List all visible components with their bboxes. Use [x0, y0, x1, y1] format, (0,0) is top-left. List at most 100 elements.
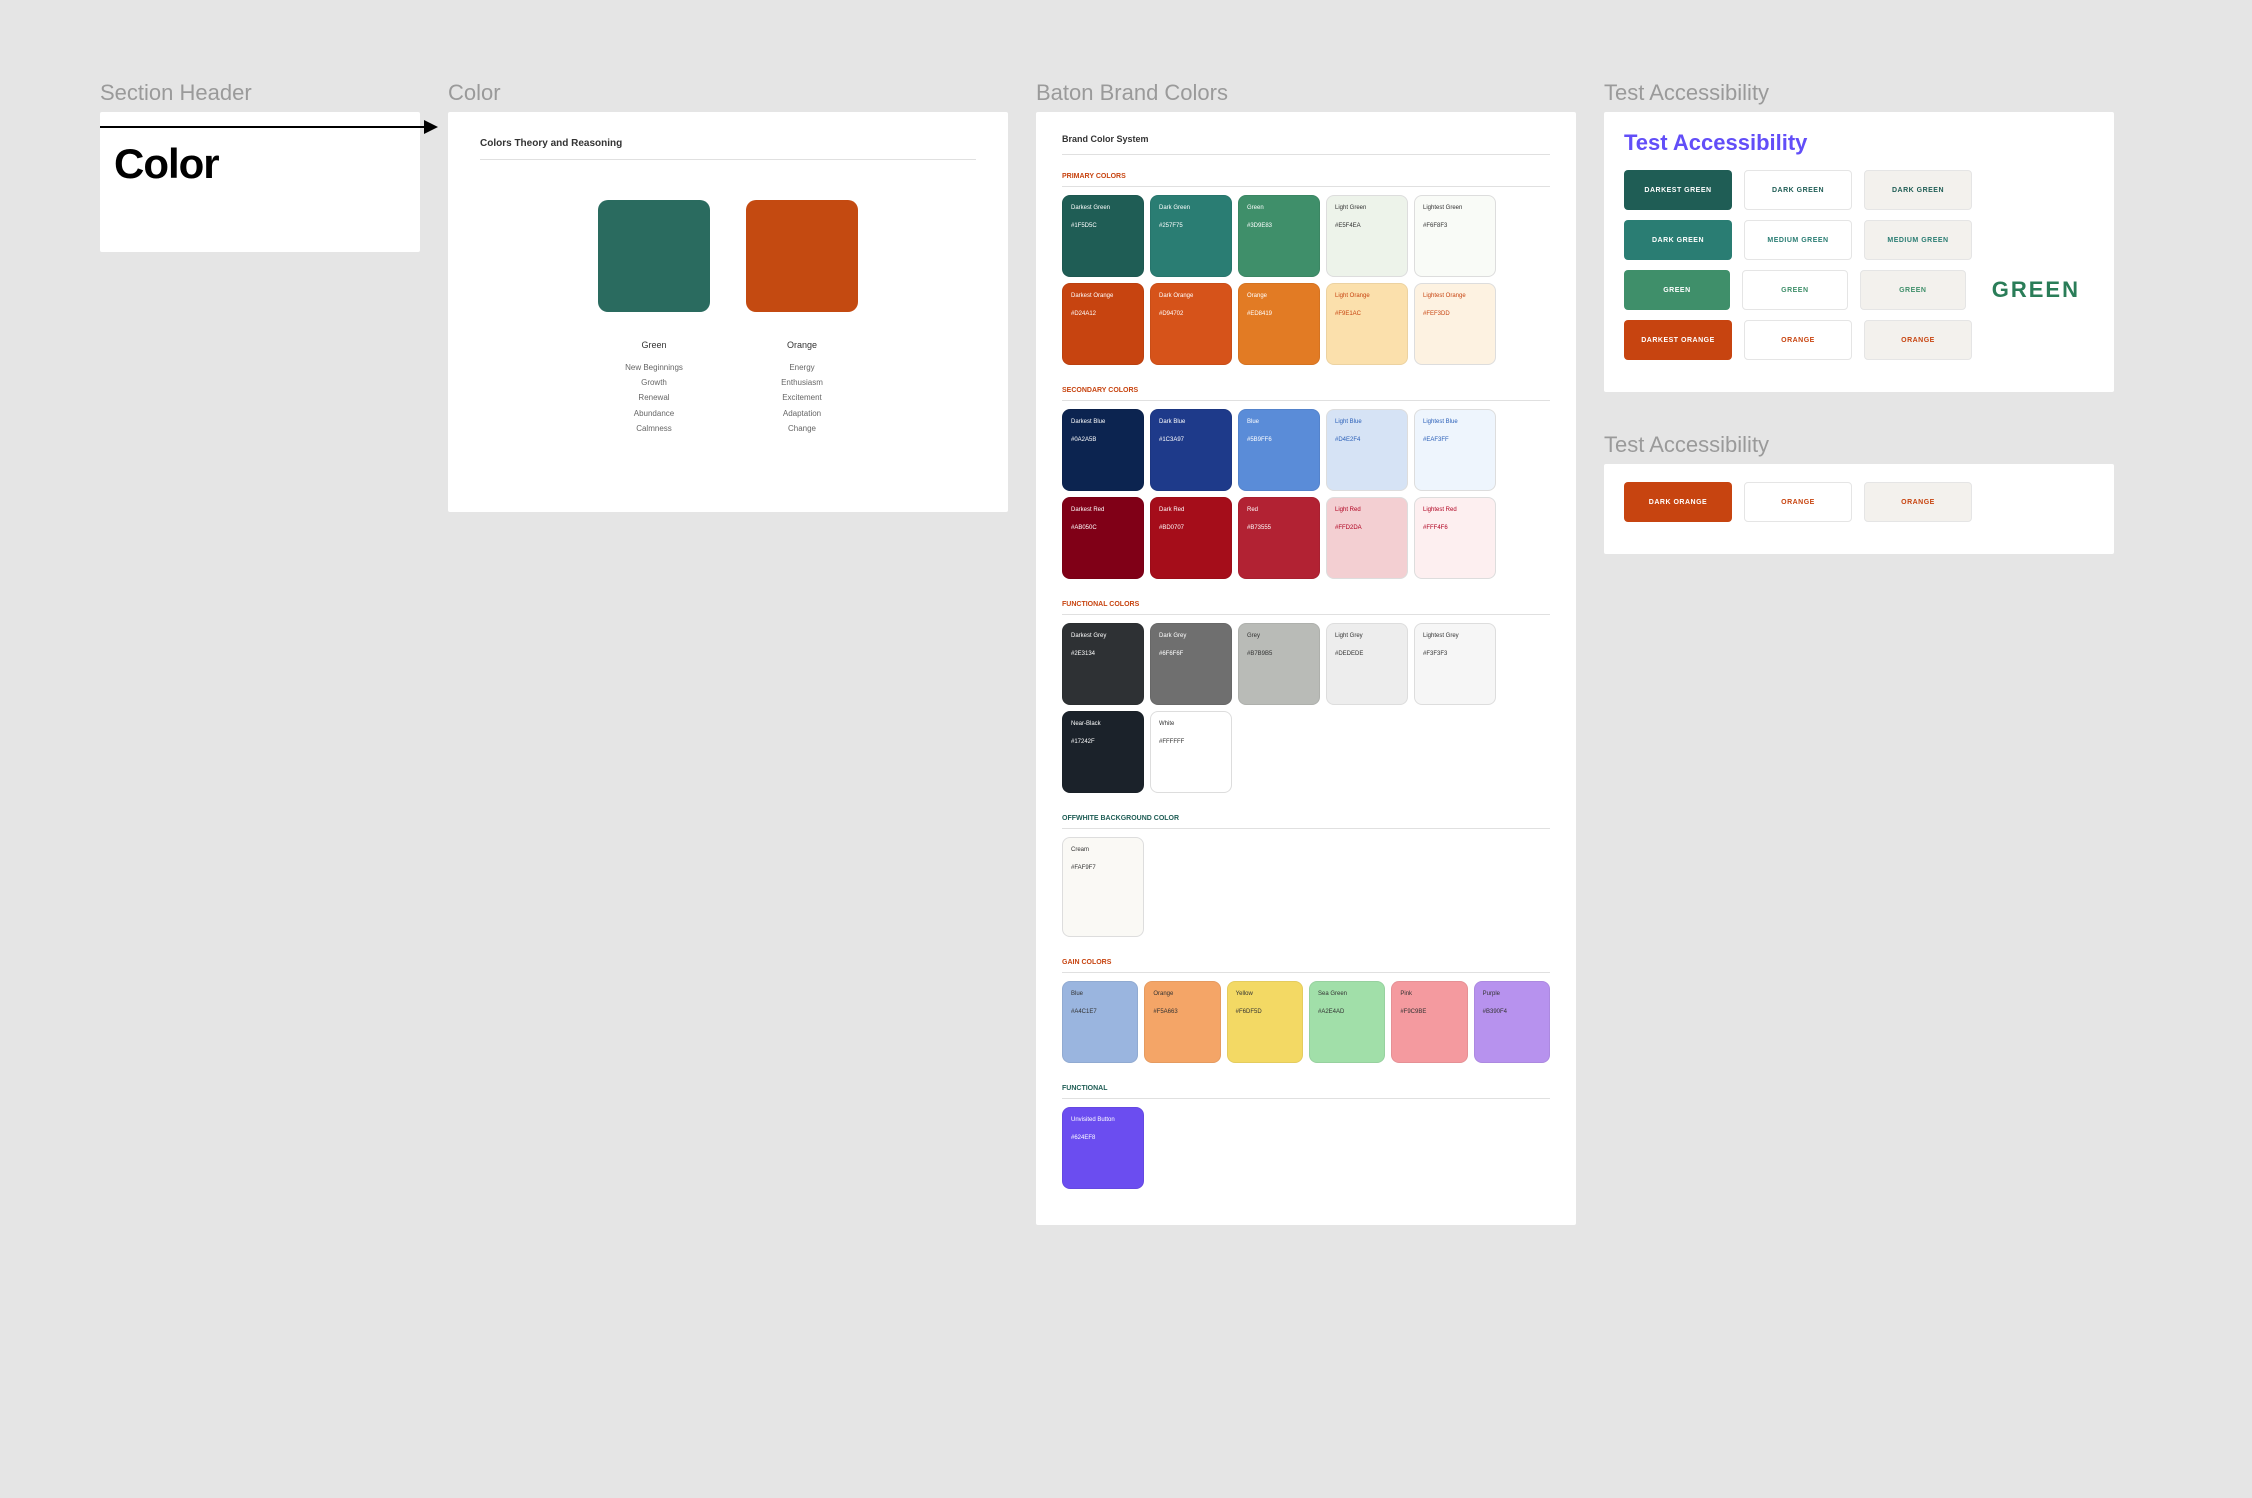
brand-sections: PRIMARY COLORSDarkest Green#1F5D5CDark G… [1062, 173, 1550, 1189]
color-chip[interactable]: Darkest Blue#0A2A5B [1062, 409, 1144, 491]
arrow-icon [100, 126, 436, 128]
color-chip[interactable]: Lightest Red#FFF4F6 [1414, 497, 1496, 579]
acc-chip[interactable]: MEDIUM GREEN [1864, 220, 1972, 260]
section-title: SECONDARY COLORS [1062, 387, 1550, 401]
acc-chip[interactable]: DARKEST ORANGE [1624, 320, 1732, 360]
color-chip[interactable]: Dark Red#BD0707 [1150, 497, 1232, 579]
section-title: PRIMARY COLORS [1062, 173, 1550, 187]
color-chip[interactable]: Red#B73555 [1238, 497, 1320, 579]
color-row: Darkest Orange#D24A12Dark Orange#D94702O… [1062, 283, 1550, 365]
acc-chip[interactable]: DARK GREEN [1744, 170, 1852, 210]
col-section-header: Section Header Color [100, 80, 420, 252]
acc-big-sample: GREEN [1978, 270, 2094, 310]
acc-chip[interactable]: DARKEST GREEN [1624, 170, 1732, 210]
color-chip[interactable]: Darkest Grey#2E3134 [1062, 623, 1144, 705]
color-theory-heading: Colors Theory and Reasoning [480, 138, 976, 160]
color-chip[interactable]: Lightest Green#F6F8F3 [1414, 195, 1496, 277]
color-chip[interactable]: Purple#B390F4 [1474, 981, 1550, 1063]
swatch-orange [746, 200, 858, 312]
color-chip[interactable]: Sea Green#A2E4AD [1309, 981, 1385, 1063]
color-row: Darkest Green#1F5D5CDark Green#257F75Gre… [1062, 195, 1550, 277]
frame-label-acc2: Test Accessibility [1604, 432, 2114, 458]
color-chip[interactable]: Yellow#F6DF5D [1227, 981, 1303, 1063]
color-row: Cream#FAF9F7 [1062, 837, 1550, 937]
acc-row: DARKEST GREEN DARK GREEN DARK GREEN [1624, 170, 2094, 210]
color-chip[interactable]: Darkest Orange#D24A12 [1062, 283, 1144, 365]
acc-chip[interactable]: GREEN [1742, 270, 1848, 310]
color-chip[interactable]: Darkest Red#AB050C [1062, 497, 1144, 579]
frame-section-header[interactable]: Color [100, 112, 420, 252]
color-chip[interactable]: Pink#F9C9BE [1391, 981, 1467, 1063]
frame-accessibility-1[interactable]: Test Accessibility DARKEST GREEN DARK GRE… [1604, 112, 2114, 392]
acc-row: GREEN GREEN GREEN GREEN [1624, 270, 2094, 310]
acc-chip[interactable]: ORANGE [1864, 320, 1972, 360]
color-row: Darkest Blue#0A2A5BDark Blue#1C3A97Blue#… [1062, 409, 1550, 491]
swatch-label-orange: OrangeEnergyEnthusiasmExcitementAdaptati… [746, 340, 858, 436]
color-theory-swatches [480, 200, 976, 312]
acc-chip[interactable]: ORANGE [1864, 482, 1972, 522]
swatch-label-green: GreenNew BeginningsGrowthRenewalAbundanc… [598, 340, 710, 436]
color-chip[interactable]: Light Red#FFD2DA [1326, 497, 1408, 579]
acc-row: DARK ORANGE ORANGE ORANGE [1624, 482, 2094, 522]
acc-chip[interactable]: GREEN [1624, 270, 1730, 310]
color-chip[interactable]: Lightest Orange#FEF3DD [1414, 283, 1496, 365]
color-chip[interactable]: Lightest Grey#F3F3F3 [1414, 623, 1496, 705]
section-title: OFFWHITE BACKGROUND COLOR [1062, 815, 1550, 829]
acc-row: DARK GREEN MEDIUM GREEN MEDIUM GREEN [1624, 220, 2094, 260]
color-chip[interactable]: Dark Green#257F75 [1150, 195, 1232, 277]
color-chip[interactable]: Light Green#E5F4EA [1326, 195, 1408, 277]
acc-chip[interactable]: DARK ORANGE [1624, 482, 1732, 522]
color-chip[interactable]: Orange#F5A663 [1144, 981, 1220, 1063]
col-accessibility: Test Accessibility Test Accessibility DA… [1604, 80, 2114, 554]
acc2-rows: DARK ORANGE ORANGE ORANGE [1624, 482, 2094, 522]
acc-chip[interactable]: GREEN [1860, 270, 1966, 310]
frame-color-theory[interactable]: Colors Theory and Reasoning GreenNew Beg… [448, 112, 1008, 512]
color-chip[interactable]: Blue#A4C1E7 [1062, 981, 1138, 1063]
color-chip[interactable]: Dark Blue#1C3A97 [1150, 409, 1232, 491]
color-chip[interactable]: Blue#5B9FF6 [1238, 409, 1320, 491]
frame-accessibility-2[interactable]: DARK ORANGE ORANGE ORANGE [1604, 464, 2114, 554]
brand-heading: Brand Color System [1062, 134, 1550, 155]
frame-label-brand: Baton Brand Colors [1036, 80, 1576, 106]
color-chip[interactable]: Light Blue#D4E2F4 [1326, 409, 1408, 491]
color-chip[interactable]: Light Grey#DEDEDE [1326, 623, 1408, 705]
frame-label-color: Color [448, 80, 1008, 106]
acc1-title: Test Accessibility [1624, 130, 2094, 156]
color-row: Blue#A4C1E7Orange#F5A663Yellow#F6DF5DSea… [1062, 981, 1550, 1063]
color-chip[interactable]: Light Orange#F9E1AC [1326, 283, 1408, 365]
color-chip[interactable]: Darkest Green#1F5D5C [1062, 195, 1144, 277]
color-chip[interactable]: Dark Grey#6F6F6F [1150, 623, 1232, 705]
section-title: FUNCTIONAL COLORS [1062, 601, 1550, 615]
acc-chip[interactable]: DARK GREEN [1624, 220, 1732, 260]
col-color-theory: Color Colors Theory and Reasoning GreenN… [448, 80, 1008, 512]
color-chip[interactable]: Grey#B7B9B5 [1238, 623, 1320, 705]
acc1-rows: DARKEST GREENDARK GREENDARK GREENDARK GR… [1624, 170, 2094, 360]
color-row: Unvisited Button#624EF8 [1062, 1107, 1550, 1189]
color-row: Near-Black#17242FWhite#FFFFFF [1062, 711, 1550, 793]
color-chip[interactable]: Orange#ED8419 [1238, 283, 1320, 365]
section-header-title: Color [114, 140, 420, 188]
frame-label-section-header: Section Header [100, 80, 420, 106]
color-theory-labels: GreenNew BeginningsGrowthRenewalAbundanc… [480, 340, 976, 436]
color-row: Darkest Red#AB050CDark Red#BD0707Red#B73… [1062, 497, 1550, 579]
acc-chip[interactable]: DARK GREEN [1864, 170, 1972, 210]
color-chip[interactable]: Lightest Blue#EAF3FF [1414, 409, 1496, 491]
frame-label-acc1: Test Accessibility [1604, 80, 2114, 106]
acc-row: DARKEST ORANGE ORANGE ORANGE [1624, 320, 2094, 360]
color-chip[interactable]: Cream#FAF9F7 [1062, 837, 1144, 937]
col-brand: Baton Brand Colors Brand Color System PR… [1036, 80, 1576, 1225]
color-chip[interactable]: Unvisited Button#624EF8 [1062, 1107, 1144, 1189]
swatch-green [598, 200, 710, 312]
color-chip[interactable]: Near-Black#17242F [1062, 711, 1144, 793]
section-title: FUNCTIONAL [1062, 1085, 1550, 1099]
frame-brand-colors[interactable]: Brand Color System PRIMARY COLORS Darkest… [1036, 112, 1576, 1225]
color-chip[interactable]: Dark Orange#D94702 [1150, 283, 1232, 365]
acc-chip[interactable]: MEDIUM GREEN [1744, 220, 1852, 260]
acc-chip[interactable]: ORANGE [1744, 320, 1852, 360]
section-title: GAIN COLORS [1062, 959, 1550, 973]
color-row: Darkest Grey#2E3134Dark Grey#6F6F6FGrey#… [1062, 623, 1550, 705]
color-chip[interactable]: White#FFFFFF [1150, 711, 1232, 793]
color-chip[interactable]: Green#3D9E83 [1238, 195, 1320, 277]
acc-chip[interactable]: ORANGE [1744, 482, 1852, 522]
figma-canvas: Section Header Color Color Colors Theory… [100, 80, 2192, 1225]
